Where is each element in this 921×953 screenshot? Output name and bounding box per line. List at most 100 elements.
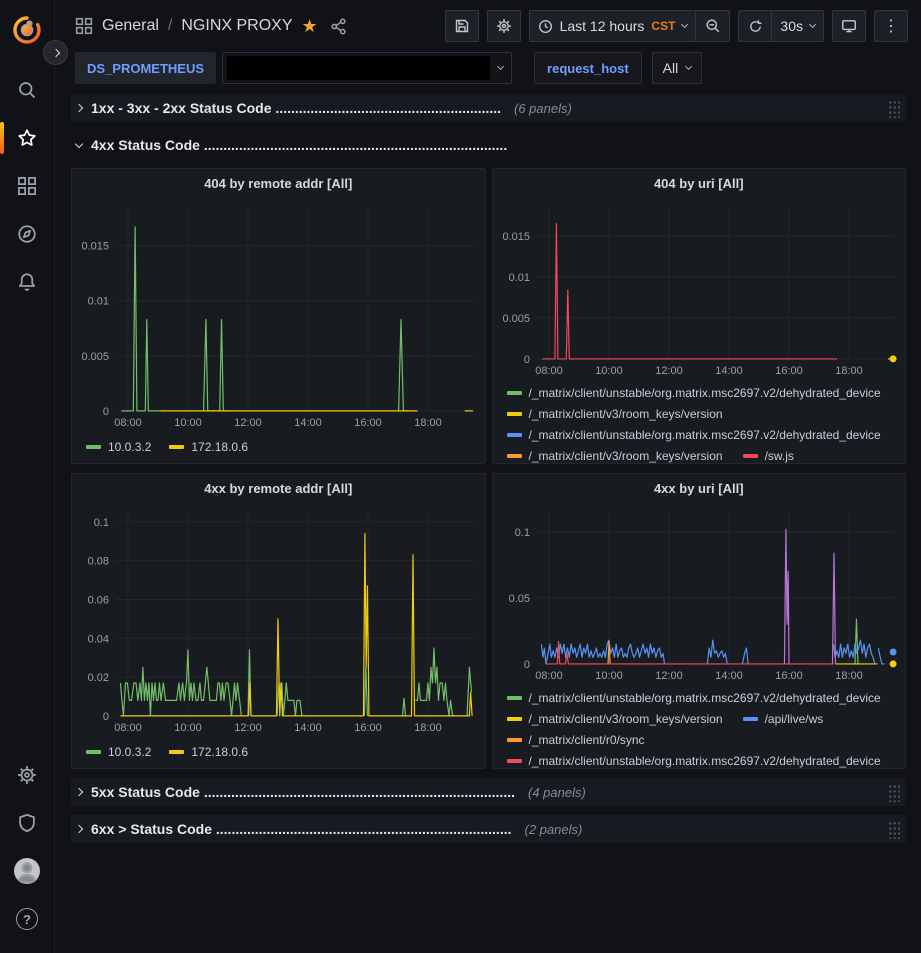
chevron-down-icon: [75, 139, 83, 147]
row-panel-count: (4 panels): [528, 785, 586, 800]
refresh-button[interactable]: [738, 10, 772, 42]
legend-item[interactable]: /_matrix/client/r0/sync: [507, 729, 645, 750]
zoom-out-time-button[interactable]: [696, 10, 730, 42]
variables-bar: DS_PROMETHEUS request_host All: [55, 52, 921, 90]
monitor-icon: [841, 18, 857, 34]
legend-item[interactable]: /_matrix/client/unstable/org.matrix.msc2…: [507, 687, 881, 708]
svg-text:0: 0: [103, 711, 109, 723]
drag-handle-icon[interactable]: [887, 820, 900, 839]
panel-title[interactable]: 4xx by uri [All]: [493, 474, 906, 502]
legend-label: /_matrix/client/v3/room_keys/version: [529, 712, 723, 726]
legend-label: 10.0.3.2: [108, 745, 151, 759]
sidebar-item-profile[interactable]: [0, 847, 55, 895]
legend-item[interactable]: 10.0.3.2: [86, 436, 151, 457]
chevron-right-icon: [75, 104, 83, 112]
svg-text:0.1: 0.1: [94, 517, 109, 529]
timeseries-chart[interactable]: 08:0010:0012:0014:0016:0018:0000.020.040…: [72, 502, 485, 736]
timeseries-chart[interactable]: 08:0010:0012:0014:0016:0018:0000.0050.01…: [493, 197, 906, 379]
legend-item[interactable]: /sw.js: [743, 445, 794, 463]
legend-item[interactable]: /_matrix/client/unstable/org.matrix.msc2…: [507, 750, 881, 768]
legend-label: /_matrix/client/unstable/org.matrix.msc2…: [529, 691, 881, 705]
legend-item[interactable]: /api/live/ws: [743, 708, 824, 729]
legend-swatch-icon: [507, 433, 522, 437]
drag-handle-icon[interactable]: [887, 783, 900, 802]
timeseries-chart[interactable]: 08:0010:0012:0014:0016:0018:0000.0050.01…: [72, 197, 485, 431]
sidebar-item-server-admin[interactable]: [0, 799, 55, 847]
row-title: 5xx Status Code ........................…: [91, 784, 515, 800]
svg-text:10:00: 10:00: [595, 670, 622, 682]
panel-title[interactable]: 404 by uri [All]: [493, 169, 906, 197]
kebab-icon: ⋮: [883, 16, 899, 36]
svg-text:0.015: 0.015: [82, 241, 109, 253]
breadcrumb: General / NGINX PROXY ★: [75, 17, 347, 35]
sidebar-expand-button[interactable]: [43, 40, 68, 65]
svg-text:0.015: 0.015: [502, 231, 529, 243]
svg-text:14:00: 14:00: [715, 670, 742, 682]
drag-handle-icon[interactable]: [887, 99, 900, 118]
svg-text:18:00: 18:00: [835, 365, 862, 377]
legend-item[interactable]: /_matrix/client/v3/room_keys/version: [507, 403, 723, 424]
row-6xx-status-code[interactable]: 6xx > Status Code ......................…: [71, 815, 906, 843]
chevron-right-icon: [75, 825, 83, 833]
legend-swatch-icon: [86, 445, 101, 449]
row-title: 6xx > Status Code ......................…: [91, 821, 512, 837]
svg-text:0: 0: [523, 659, 529, 671]
breadcrumb-folder[interactable]: General: [102, 17, 159, 35]
panel-legend: /_matrix/client/unstable/org.matrix.msc2…: [493, 684, 906, 768]
legend-label: 172.18.0.6: [191, 440, 248, 454]
panel-grid-row-2: 4xx by remote addr [All] 08:0010:0012:00…: [71, 473, 906, 769]
legend-swatch-icon: [507, 759, 522, 763]
variable-label-request-host[interactable]: request_host: [534, 52, 642, 84]
sidebar-item-starred[interactable]: [0, 114, 55, 162]
timezone-label: CST: [651, 19, 675, 33]
panel-legend: /_matrix/client/unstable/org.matrix.msc2…: [493, 379, 906, 463]
timeseries-chart[interactable]: 08:0010:0012:0014:0016:0018:0000.050.1: [493, 502, 906, 684]
time-range-picker[interactable]: Last 12 hours CST: [529, 10, 697, 42]
time-range-label: Last 12 hours: [560, 18, 645, 34]
row-4xx-status-code[interactable]: 4xx Status Code ........................…: [71, 131, 906, 159]
variable-value-ds-prometheus[interactable]: [222, 52, 512, 84]
row-1xx-3xx-2xx-status-code[interactable]: 1xx - 3xx - 2xx Status Code ............…: [71, 94, 906, 122]
legend-item[interactable]: /_matrix/client/v3/room_keys/version: [507, 445, 723, 463]
sidebar-item-configuration[interactable]: [0, 751, 55, 799]
refresh-interval-picker[interactable]: 30s: [772, 10, 824, 42]
sidebar-item-help[interactable]: ?: [0, 895, 55, 943]
legend-swatch-icon: [507, 717, 522, 721]
legend-item[interactable]: 172.18.0.6: [169, 436, 248, 457]
grafana-logo-icon: [12, 15, 42, 45]
share-icon[interactable]: [330, 18, 347, 35]
dashboard-body: 1xx - 3xx - 2xx Status Code ............…: [55, 90, 921, 953]
sidebar-item-dashboards[interactable]: [0, 162, 55, 210]
more-options-button[interactable]: ⋮: [874, 10, 908, 42]
clock-icon: [538, 19, 553, 34]
star-favorite-icon[interactable]: ★: [302, 17, 318, 35]
variable-value-request-host[interactable]: All: [652, 52, 703, 84]
panel-title[interactable]: 404 by remote addr [All]: [72, 169, 485, 197]
svg-text:0.02: 0.02: [88, 672, 109, 684]
svg-text:0.01: 0.01: [88, 296, 109, 308]
legend-label: /_matrix/client/unstable/org.matrix.msc2…: [529, 428, 881, 442]
dashboard-settings-button[interactable]: [487, 10, 521, 42]
sidebar-item-explore[interactable]: [0, 210, 55, 258]
dashboards-grid-icon[interactable]: [75, 17, 93, 35]
svg-text:10:00: 10:00: [174, 417, 201, 429]
sidebar-item-search[interactable]: [0, 66, 55, 114]
legend-item[interactable]: /_matrix/client/v3/room_keys/version: [507, 708, 723, 729]
svg-text:0.04: 0.04: [88, 633, 109, 645]
search-icon: [17, 80, 37, 100]
variable-label-ds-prometheus[interactable]: DS_PROMETHEUS: [75, 52, 216, 84]
page-title[interactable]: NGINX PROXY: [181, 17, 292, 35]
tv-mode-button[interactable]: [832, 10, 866, 42]
legend-item[interactable]: /_matrix/client/unstable/org.matrix.msc2…: [507, 424, 881, 445]
row-5xx-status-code[interactable]: 5xx Status Code ........................…: [71, 778, 906, 806]
sidebar-item-alerting[interactable]: [0, 258, 55, 306]
legend-item[interactable]: /_matrix/client/unstable/org.matrix.msc2…: [507, 382, 881, 403]
svg-text:14:00: 14:00: [294, 417, 321, 429]
legend-item[interactable]: 10.0.3.2: [86, 741, 151, 762]
chevron-down-icon: [497, 63, 504, 70]
save-dashboard-button[interactable]: [445, 10, 479, 42]
legend-item[interactable]: 172.18.0.6: [169, 741, 248, 762]
panel-title[interactable]: 4xx by remote addr [All]: [72, 474, 485, 502]
legend-label: /_matrix/client/r0/sync: [529, 733, 645, 747]
svg-text:0: 0: [103, 406, 109, 418]
